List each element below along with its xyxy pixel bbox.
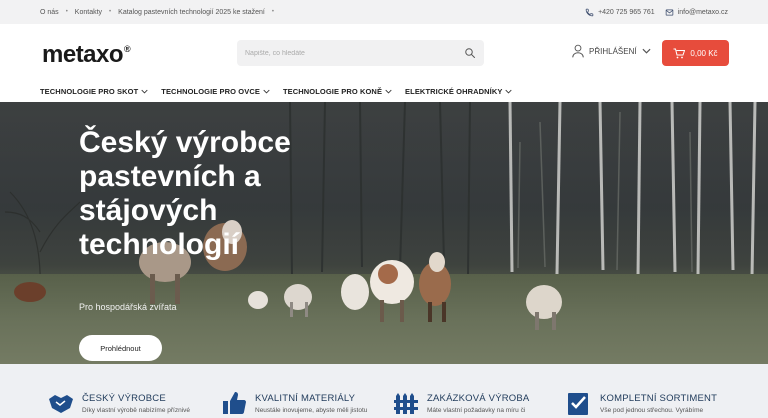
thumbs-up-icon	[223, 392, 246, 414]
feature-title: KOMPLETNÍ SORTIMENT	[600, 393, 718, 404]
feature-text: Máte vlastní požadavky na míru či	[427, 407, 526, 414]
feature-complete-assortment: KOMPLETNÍ SORTIMENT Vše pod jednou střec…	[566, 390, 717, 416]
features-strip: ČESKÝ VÝROBCE Díky vlastní výrobě nabízí…	[0, 364, 768, 418]
search-box	[237, 40, 484, 66]
phone-icon	[585, 8, 594, 16]
email-contact[interactable]: info@metaxo.cz	[665, 8, 728, 17]
search-input[interactable]	[245, 49, 445, 57]
top-links: O nás • Kontakty • Katalog pastevních te…	[40, 9, 274, 16]
feature-custom-production: ZAKÁZKOVÁ VÝROBA Máte vlastní požadavky …	[393, 390, 529, 416]
feature-text: Neustále inovujeme, abyste měli jistotu	[255, 407, 368, 414]
nav-label: TECHNOLOGIE PRO SKOT	[40, 86, 139, 96]
chevron-down-icon	[505, 89, 513, 94]
checklist-icon	[568, 393, 588, 415]
link-catalog[interactable]: Katalog pastevních technologií 2025 ke s…	[118, 9, 265, 16]
nav-label: TECHNOLOGIE PRO OVCE	[161, 86, 260, 96]
feature-text: Vše pod jednou střechou. Vyrábíme	[600, 407, 704, 414]
feature-czech-manufacturer: ČESKÝ VÝROBCE Díky vlastní výrobě nabízí…	[48, 390, 190, 416]
mail-icon	[665, 9, 673, 15]
hero-cta-button[interactable]: Prohlédnout	[79, 335, 162, 361]
feature-body: KVALITNÍ MATERIÁLY Neustále inovujeme, a…	[255, 390, 367, 416]
feature-body: ČESKÝ VÝROBCE Díky vlastní výrobě nabízí…	[82, 390, 190, 416]
phone-number: +420 725 965 761	[598, 8, 655, 16]
top-contacts: +420 725 965 761 info@metaxo.cz	[585, 8, 728, 17]
separator-dot: •	[65, 9, 68, 15]
chevron-down-icon	[642, 48, 651, 54]
phone-contact[interactable]: +420 725 965 761	[585, 8, 655, 17]
login-button[interactable]: PŘIHLÁŠENÍ	[572, 44, 651, 58]
chevron-down-icon	[141, 89, 148, 94]
link-about[interactable]: O nás	[40, 9, 59, 16]
nav-item-electric-fences[interactable]: ELEKTRICKÉ OHRADNÍKY	[405, 86, 513, 96]
email-address: info@metaxo.cz	[677, 8, 728, 16]
link-contacts[interactable]: Kontakty	[75, 9, 102, 16]
cart-icon	[673, 48, 686, 58]
logo[interactable]: metaxo®	[42, 41, 131, 69]
main-nav: TECHNOLOGIE PRO SKOT TECHNOLOGIE PRO OVC…	[0, 80, 768, 102]
hero-banner: Český výrobce pastevních a stájových tec…	[0, 102, 768, 364]
nav-label: ELEKTRICKÉ OHRADNÍKY	[405, 86, 503, 96]
search-icon[interactable]	[464, 47, 476, 59]
logo-text: metaxo	[42, 41, 124, 68]
feature-body: ZAKÁZKOVÁ VÝROBA Máte vlastní požadavky …	[427, 390, 529, 416]
feature-body: KOMPLETNÍ SORTIMENT Vše pod jednou střec…	[600, 390, 717, 416]
login-label: PŘIHLÁŠENÍ	[589, 46, 637, 56]
top-bar: O nás • Kontakty • Katalog pastevních te…	[0, 0, 768, 24]
chevron-down-icon	[385, 89, 392, 94]
feature-title: KVALITNÍ MATERIÁLY	[255, 393, 356, 404]
feature-text: Díky vlastní výrobě nabízíme příznivé	[82, 407, 191, 414]
site-header: metaxo® PŘIHLÁŠENÍ 0,00 Kč	[0, 24, 768, 80]
cart-button[interactable]: 0,00 Kč	[662, 40, 729, 66]
separator-dot: •	[271, 9, 274, 15]
hero-title: Český výrobce pastevních a stájových tec…	[79, 126, 291, 261]
feature-title: ZAKÁZKOVÁ VÝROBA	[427, 393, 530, 404]
nav-item-sheep[interactable]: TECHNOLOGIE PRO OVCE	[161, 87, 270, 96]
user-icon	[572, 44, 584, 58]
cart-total: 0,00 Kč	[690, 48, 718, 58]
registered-mark: ®	[124, 44, 131, 54]
separator-dot: •	[109, 9, 112, 15]
hero-subtitle: Pro hospodářská zvířata	[79, 302, 177, 312]
nav-item-horses[interactable]: TECHNOLOGIE PRO KONĚ	[283, 87, 392, 96]
fence-icon	[394, 393, 418, 414]
chevron-down-icon	[263, 89, 270, 94]
handshake-icon	[49, 395, 73, 413]
nav-item-cattle[interactable]: TECHNOLOGIE PRO SKOT	[40, 87, 148, 96]
nav-label: TECHNOLOGIE PRO KONĚ	[282, 86, 383, 96]
feature-quality-materials: KVALITNÍ MATERIÁLY Neustále inovujeme, a…	[221, 390, 367, 416]
feature-title: ČESKÝ VÝROBCE	[82, 393, 166, 404]
